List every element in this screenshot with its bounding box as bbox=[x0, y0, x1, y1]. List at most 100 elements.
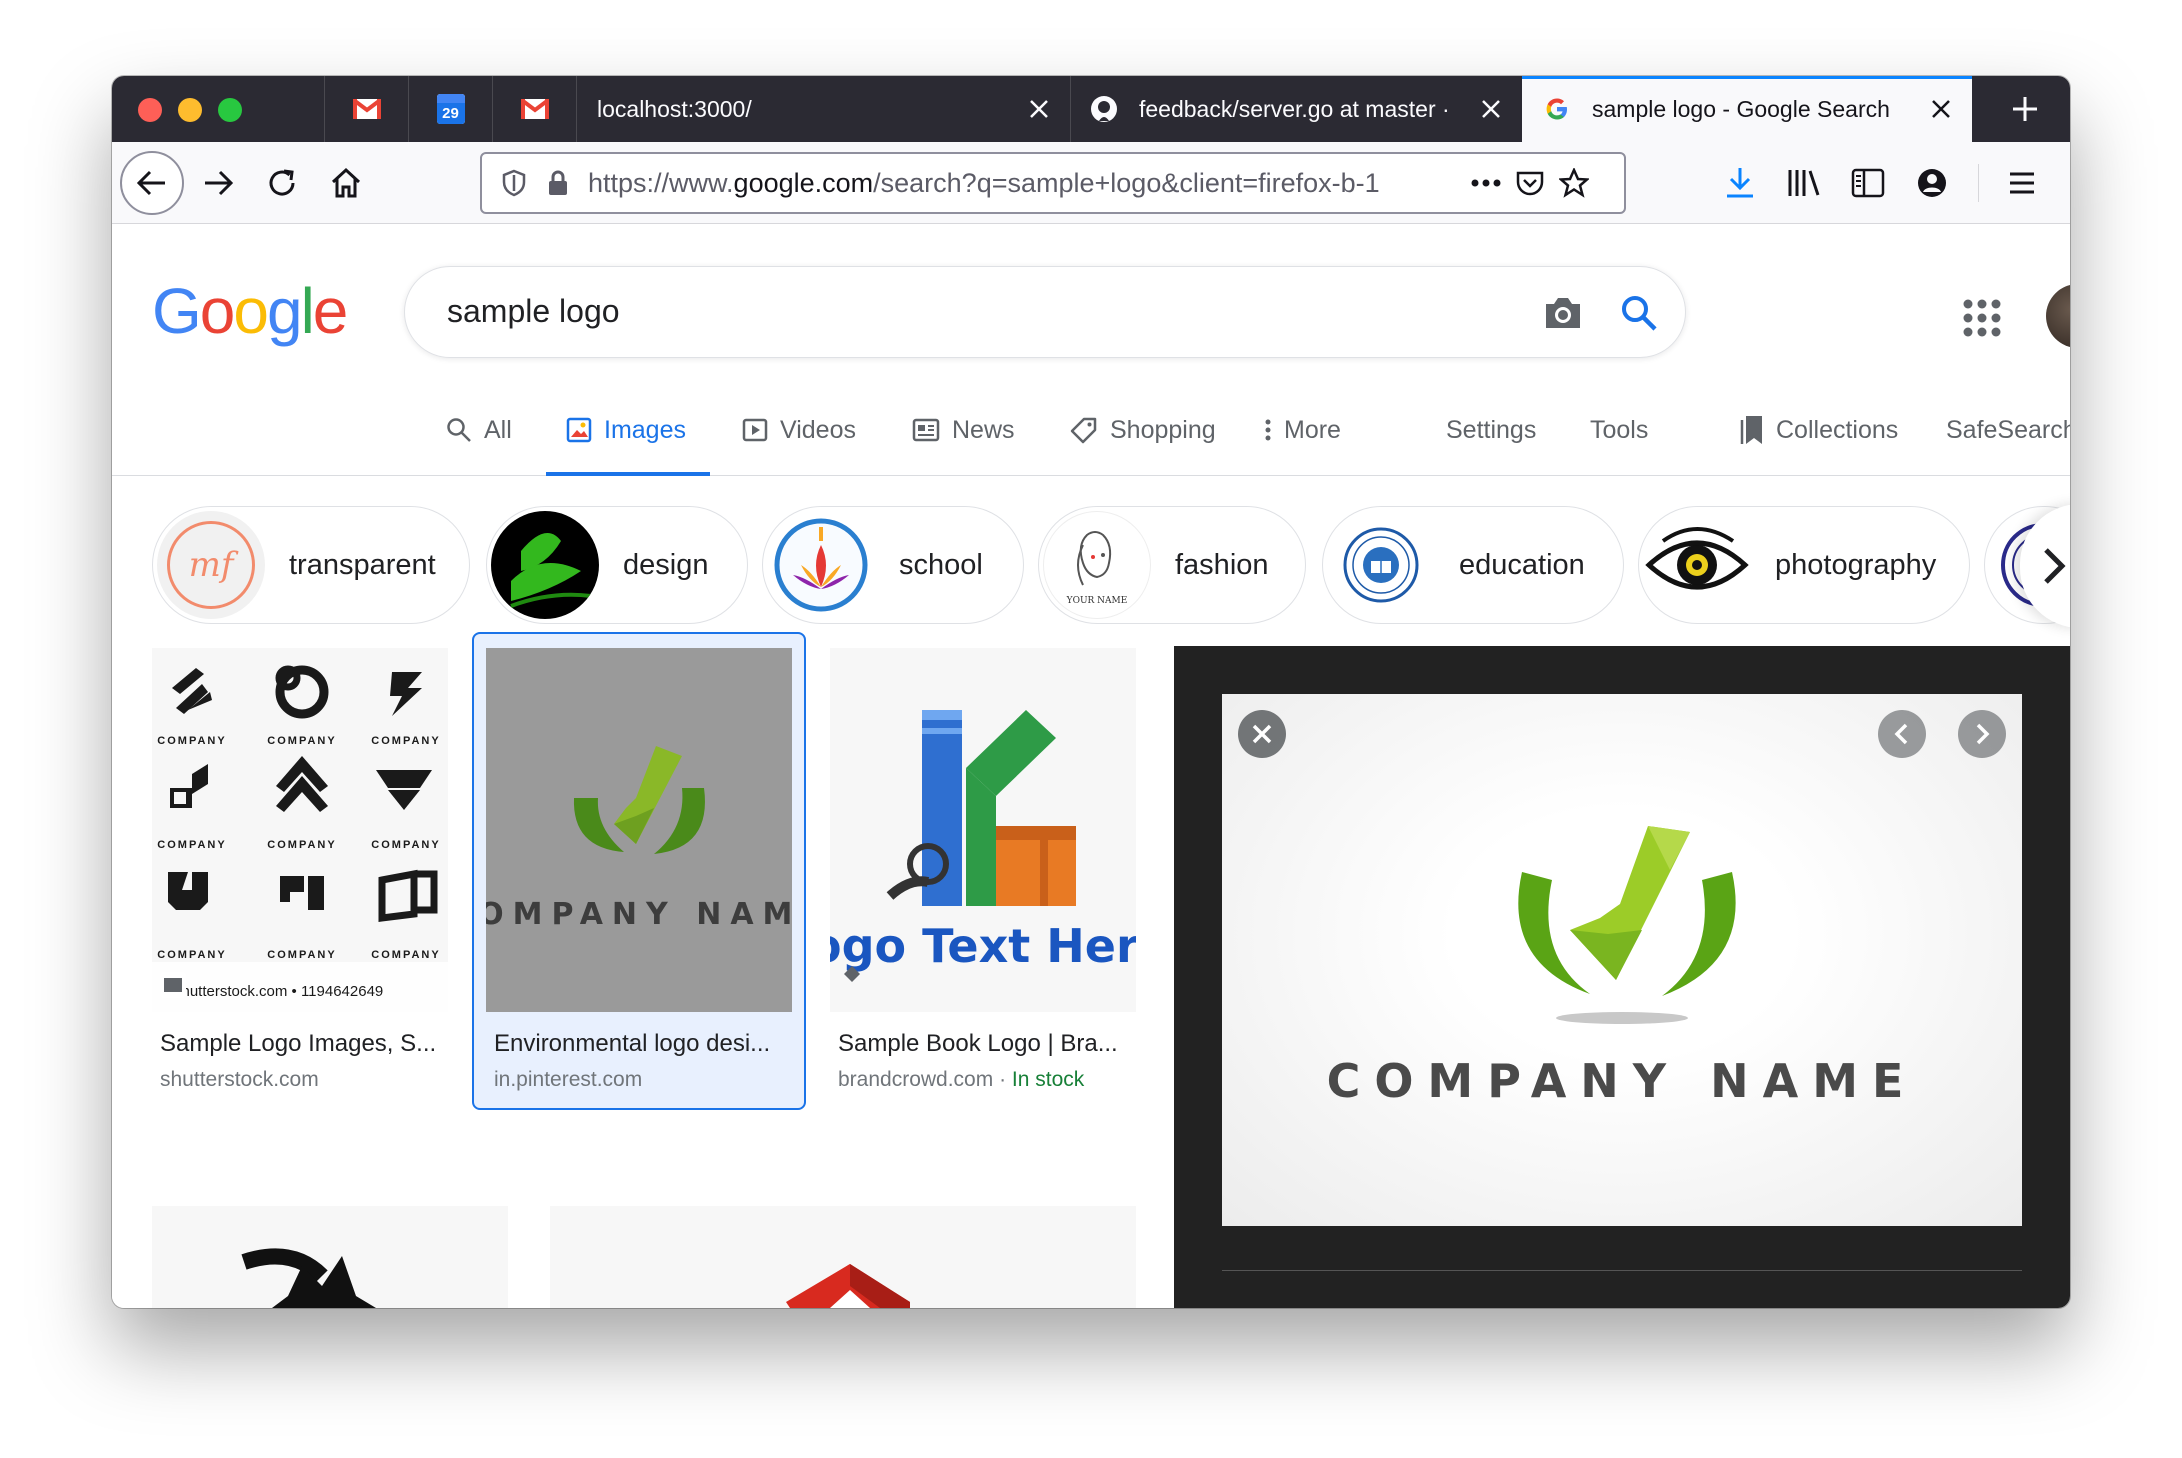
tab-label: More bbox=[1284, 415, 1341, 444]
url-text[interactable]: https://www.google.com/search?q=sample+l… bbox=[588, 168, 1458, 199]
result-title[interactable]: Sample Book Logo | Bra... bbox=[838, 1030, 1138, 1058]
camera-icon[interactable] bbox=[1539, 289, 1587, 337]
forward-button[interactable] bbox=[188, 153, 248, 213]
tab-google-search[interactable]: sample logo - Google Search bbox=[1522, 76, 1972, 142]
minimize-window-button[interactable] bbox=[178, 98, 202, 122]
sidebar-icon[interactable] bbox=[1838, 153, 1898, 213]
image-result[interactable] bbox=[152, 1206, 508, 1308]
back-button[interactable] bbox=[120, 151, 184, 215]
play-icon bbox=[742, 417, 768, 443]
next-image-button[interactable] bbox=[1958, 710, 2006, 758]
preview-image[interactable]: COMPANY NAME bbox=[1222, 694, 2022, 1226]
result-source[interactable]: in.pinterest.com bbox=[494, 1068, 642, 1092]
result-source[interactable]: shutterstock.com bbox=[160, 1068, 319, 1092]
gmail-icon bbox=[520, 99, 549, 119]
search-icon[interactable] bbox=[1615, 289, 1663, 337]
tracking-shield-icon[interactable] bbox=[492, 161, 536, 205]
result-title[interactable]: Environmental logo desi... bbox=[494, 1030, 794, 1058]
reload-button[interactable] bbox=[252, 153, 312, 213]
tab-videos[interactable]: Videos bbox=[742, 384, 856, 476]
image-result[interactable]: COMPANY COMPANY COMPANY COMPANY COMPANY … bbox=[152, 648, 452, 1098]
image-result[interactable] bbox=[550, 1206, 1140, 1308]
image-result-selected[interactable]: COMPANY NAME Environmental logo desi... … bbox=[486, 648, 796, 1098]
close-preview-button[interactable] bbox=[1238, 710, 1286, 758]
menu-icon[interactable] bbox=[1992, 153, 2052, 213]
chip-transparent[interactable]: mf transparent bbox=[152, 506, 470, 624]
result-image[interactable]: COMPANY NAME bbox=[486, 648, 792, 1012]
tab-github[interactable]: feedback/server.go at master · bbox=[1070, 76, 1522, 142]
google-apps-icon[interactable] bbox=[1958, 294, 2006, 342]
tab-collections[interactable]: Collections bbox=[1740, 384, 1898, 476]
previous-image-button[interactable] bbox=[1878, 710, 1926, 758]
close-tab-icon[interactable] bbox=[1924, 92, 1958, 126]
chip-label: fashion bbox=[1175, 548, 1269, 581]
search-input[interactable]: sample logo bbox=[447, 293, 620, 330]
tab-shopping[interactable]: Shopping bbox=[1070, 384, 1216, 476]
preview-divider bbox=[1222, 1270, 2022, 1271]
stock-status: In stock bbox=[1011, 1068, 1085, 1091]
google-logo[interactable]: Google bbox=[152, 274, 348, 348]
chip-label: school bbox=[899, 548, 983, 581]
new-tab-button[interactable] bbox=[2002, 86, 2048, 132]
image-result[interactable]: ogo Text Here Sample Book Logo | Bra... … bbox=[830, 648, 1140, 1098]
image-preview-panel: COMPANY NAME bbox=[1174, 646, 2070, 1308]
zoom-window-button[interactable] bbox=[218, 98, 242, 122]
result-source[interactable]: brandcrowd.com · In stock bbox=[838, 1068, 1084, 1092]
source-domain: brandcrowd.com bbox=[838, 1068, 994, 1091]
result-image[interactable]: ogo Text Here bbox=[830, 648, 1136, 1012]
browser-window: 29 localhost:3000/ feedback/server.go at… bbox=[112, 76, 2070, 1308]
chip-school[interactable]: school bbox=[762, 506, 1024, 624]
tab-calendar[interactable]: 29 bbox=[408, 76, 492, 142]
logo-letter: g bbox=[266, 275, 303, 347]
tab-tools[interactable]: Tools bbox=[1590, 384, 1648, 476]
image-watermark: shutterstock.com • 1194642649 bbox=[174, 983, 383, 1000]
close-tab-icon[interactable] bbox=[1022, 92, 1056, 126]
tag-icon bbox=[1070, 416, 1098, 444]
tab-localhost[interactable]: localhost:3000/ bbox=[576, 76, 1070, 142]
tab-label: Shopping bbox=[1110, 415, 1216, 444]
calendar-day: 29 bbox=[436, 103, 465, 124]
tab-news[interactable]: News bbox=[912, 384, 1015, 476]
tab-all[interactable]: All bbox=[446, 384, 512, 476]
chip-thumbnail: mf bbox=[157, 511, 265, 619]
tab-gmail-2[interactable] bbox=[492, 76, 576, 142]
tab-gmail-1[interactable] bbox=[324, 76, 408, 142]
downloads-icon[interactable] bbox=[1710, 153, 1770, 213]
avatar[interactable] bbox=[2046, 284, 2070, 348]
logo-caption: COMPANY bbox=[157, 949, 226, 961]
tab-settings[interactable]: Settings bbox=[1446, 384, 1536, 476]
url-prefix: https://www. bbox=[588, 167, 734, 198]
bookmark-star-icon[interactable] bbox=[1552, 161, 1596, 205]
logo-caption: COMPANY bbox=[371, 735, 440, 747]
chip-thumbnail: YOUR NAME bbox=[1043, 511, 1151, 619]
url-path: /search?q=sample+logo&client=firefox-b-1 bbox=[873, 167, 1380, 198]
close-tab-icon[interactable] bbox=[1474, 92, 1508, 126]
preview-company-name: COMPANY NAME bbox=[1326, 1054, 1918, 1108]
close-window-button[interactable] bbox=[138, 98, 162, 122]
home-button[interactable] bbox=[316, 153, 376, 213]
tab-images[interactable]: Images bbox=[546, 384, 710, 476]
logo-company-name: COMPANY NAME bbox=[486, 897, 792, 932]
chip-design[interactable]: design bbox=[486, 506, 748, 624]
chip-fashion[interactable]: YOUR NAME fashion bbox=[1038, 506, 1306, 624]
page-actions-icon[interactable] bbox=[1464, 161, 1508, 205]
chip-photography[interactable]: photography bbox=[1638, 506, 1970, 624]
url-bar[interactable]: https://www.google.com/search?q=sample+l… bbox=[480, 152, 1626, 214]
library-icon[interactable] bbox=[1774, 153, 1834, 213]
tab-label: Images bbox=[604, 415, 686, 444]
pocket-icon[interactable] bbox=[1508, 161, 1552, 205]
chip-education[interactable]: education bbox=[1322, 506, 1624, 624]
logo-letter: o bbox=[199, 275, 236, 347]
result-image[interactable] bbox=[550, 1206, 1136, 1308]
result-image[interactable]: COMPANY COMPANY COMPANY COMPANY COMPANY … bbox=[152, 648, 448, 1012]
chip-thumbnail bbox=[491, 511, 599, 619]
calendar-icon: 29 bbox=[436, 94, 465, 124]
result-image[interactable] bbox=[152, 1206, 508, 1308]
result-title[interactable]: Sample Logo Images, S... bbox=[160, 1030, 450, 1058]
search-box[interactable]: sample logo bbox=[404, 266, 1686, 358]
account-icon[interactable] bbox=[1902, 153, 1962, 213]
tab-safesearch[interactable]: SafeSearch bbox=[1946, 384, 2070, 476]
chip-thumbnail bbox=[1643, 511, 1751, 619]
tab-more[interactable]: More bbox=[1264, 384, 1341, 476]
lock-icon[interactable] bbox=[536, 161, 580, 205]
